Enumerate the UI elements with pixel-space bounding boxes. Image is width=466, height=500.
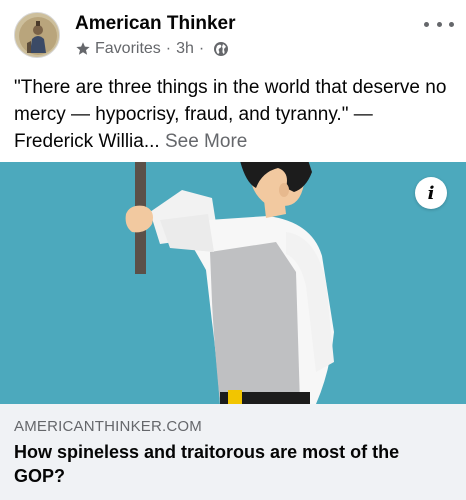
post-time[interactable]: 3h [176,40,194,58]
post-text: "There are three things in the world tha… [14,74,454,155]
info-icon[interactable]: i [415,177,447,209]
more-options-icon[interactable] [424,14,454,34]
avatar-image [15,13,59,57]
page-avatar[interactable] [14,12,60,58]
separator-dot: · [165,40,172,57]
see-more-link[interactable]: See More [165,131,247,152]
link-preview-footer[interactable]: AMERICANTHINKER.COM How spineless and tr… [0,404,466,500]
article-illustration [0,162,466,404]
post-meta: Favorites · 3h · [75,40,229,58]
more-dot [449,21,454,27]
globe-icon [214,42,229,56]
star-icon [76,42,90,55]
more-dot [436,21,442,27]
separator-dot-2: · [198,40,205,57]
link-preview-image[interactable] [0,162,466,404]
link-title[interactable]: How spineless and traitorous are most of… [14,440,454,488]
page-name[interactable]: American Thinker [75,13,236,35]
audience-label[interactable]: Favorites [95,40,161,58]
post-header: American Thinker Favorites · 3h · [0,0,466,62]
link-domain: AMERICANTHINKER.COM [14,418,202,435]
more-dot [424,21,429,27]
